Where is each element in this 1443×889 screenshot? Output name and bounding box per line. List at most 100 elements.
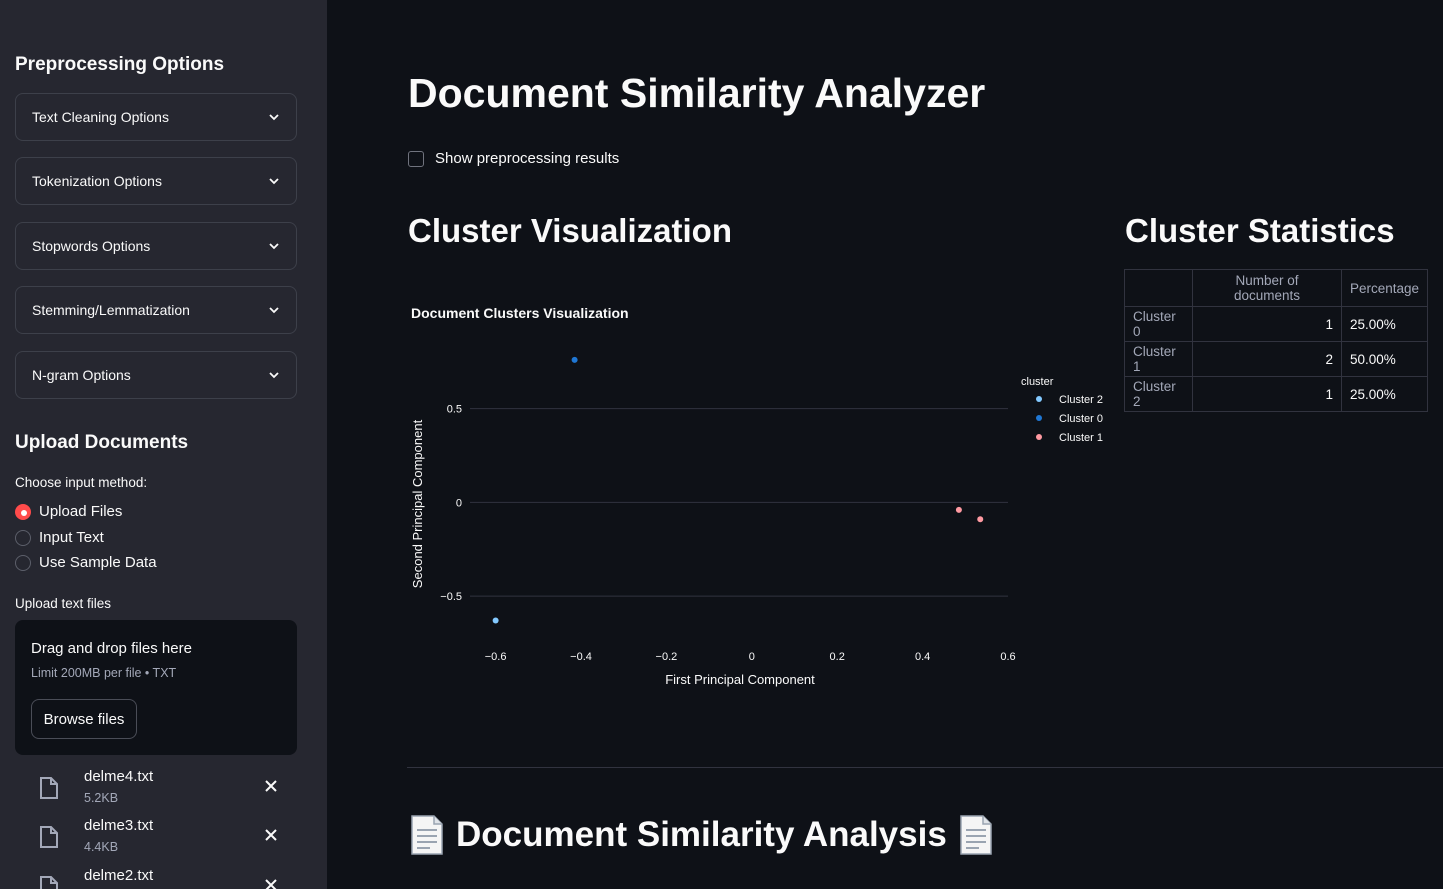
document-icon — [411, 815, 443, 855]
legend-title: cluster — [1021, 376, 1054, 388]
x-tick-label: −0.2 — [656, 651, 678, 663]
x-axis-label: First Principal Component — [665, 672, 815, 687]
legend-label[interactable]: Cluster 2 — [1059, 394, 1103, 406]
chevron-down-icon — [269, 243, 279, 250]
preprocessing-heading: Preprocessing Options — [15, 54, 225, 75]
close-icon[interactable] — [263, 827, 279, 843]
table-cell: 50.00% — [1340, 341, 1429, 377]
legend-label[interactable]: Cluster 0 — [1059, 413, 1103, 425]
file-dropzone[interactable]: Drag and drop files here Limit 200MB per… — [15, 620, 297, 755]
radio-upload-files[interactable]: Upload Files — [15, 503, 122, 520]
table-cell: Cluster 0 — [1124, 306, 1193, 342]
sidebar: Preprocessing Options Text Cleaning Opti… — [0, 0, 327, 889]
table-cell: 25.00% — [1340, 306, 1429, 342]
table-row: Cluster 2 1 25.00% — [1124, 376, 1429, 412]
input-method-label: Choose input method: — [15, 475, 148, 490]
expander-label: N-gram Options — [32, 367, 131, 383]
radio-button[interactable] — [15, 554, 31, 571]
file-icon — [40, 826, 58, 848]
dropzone-subtitle: Limit 200MB per file • TXT — [31, 666, 177, 680]
x-tick-label: −0.4 — [570, 651, 592, 663]
expander-label: Text Cleaning Options — [32, 109, 169, 125]
checkbox-label: Show preprocessing results — [435, 150, 620, 167]
close-icon[interactable] — [263, 877, 279, 889]
x-tick-label: 0 — [749, 651, 755, 663]
table-cell: 2 — [1192, 341, 1342, 377]
expander-ngram[interactable]: N-gram Options — [15, 351, 297, 399]
close-icon[interactable] — [263, 778, 279, 794]
uploaded-file-item: delme3.txt 4.4KB — [15, 817, 297, 861]
y-tick-label: 0.5 — [447, 404, 462, 416]
legend-marker[interactable] — [1036, 434, 1042, 440]
page-title: Document Similarity Analyzer — [408, 70, 986, 116]
legend-label[interactable]: Cluster 1 — [1059, 432, 1103, 444]
upload-files-label: Upload text files — [15, 596, 112, 611]
dropzone-title: Drag and drop files here — [31, 640, 192, 657]
file-icon — [40, 777, 58, 799]
radio-button[interactable] — [15, 529, 31, 546]
radio-sample-data[interactable]: Use Sample Data — [15, 554, 157, 571]
data-point[interactable] — [492, 617, 499, 624]
cluster-scatter-chart[interactable]: Document Clusters Visualization −0.6 −0.4… — [408, 298, 1108, 698]
uploaded-file-item: delme4.txt 5.2KB — [15, 768, 297, 812]
checkbox[interactable] — [408, 150, 424, 167]
chart-title: Document Clusters Visualization — [411, 305, 629, 321]
expander-stopwords[interactable]: Stopwords Options — [15, 222, 297, 270]
table-row: Cluster 1 2 50.00% — [1124, 341, 1429, 377]
divider — [407, 767, 1443, 768]
chevron-down-icon — [269, 372, 279, 379]
radio-label: Use Sample Data — [39, 554, 157, 571]
cluster-visualization-heading: Cluster Visualization — [408, 212, 732, 249]
x-tick-label: −0.6 — [485, 651, 507, 663]
file-name: delme2.txt — [84, 867, 154, 884]
radio-input-text[interactable]: Input Text — [15, 529, 104, 546]
radio-label: Upload Files — [39, 503, 123, 520]
x-tick-label: 0.6 — [1000, 651, 1015, 663]
data-point[interactable] — [977, 516, 984, 523]
chevron-down-icon — [269, 307, 279, 314]
upload-heading: Upload Documents — [15, 432, 189, 453]
table-cell: 1 — [1192, 306, 1342, 342]
file-name: delme4.txt — [84, 768, 154, 785]
expander-stemming[interactable]: Stemming/Lemmatization — [15, 286, 297, 334]
y-tick-label: 0 — [456, 497, 462, 509]
radio-button-checked[interactable] — [15, 503, 31, 520]
file-size: 5.2KB — [84, 791, 119, 805]
cluster-statistics-heading: Cluster Statistics — [1125, 212, 1395, 249]
document-similarity-analysis-heading: Document Similarity Analysis — [408, 814, 995, 856]
radio-label: Input Text — [39, 529, 104, 546]
browse-files-button[interactable]: Browse files — [31, 699, 137, 739]
table-header: Number of documents — [1192, 269, 1342, 307]
uploaded-file-item: delme2.txt — [15, 867, 297, 889]
show-preprocessing-checkbox[interactable]: Show preprocessing results — [408, 150, 619, 167]
table-row: Cluster 0 1 25.00% — [1124, 306, 1429, 342]
expander-text-cleaning[interactable]: Text Cleaning Options — [15, 93, 297, 141]
chevron-down-icon — [269, 178, 279, 185]
table-cell: Cluster 1 — [1124, 341, 1193, 377]
file-size: 4.4KB — [84, 840, 119, 854]
table-header-row: Number of documents Percentage — [1124, 269, 1429, 307]
y-tick-label: −0.5 — [440, 591, 462, 603]
document-icon — [960, 815, 992, 855]
data-point[interactable] — [571, 356, 578, 363]
legend-marker[interactable] — [1036, 415, 1042, 421]
cluster-statistics-table: Number of documents Percentage Cluster 0… — [1124, 269, 1429, 412]
main-content: Document Similarity Analyzer Show prepro… — [327, 0, 1443, 889]
analysis-title-text: Document Similarity Analysis — [456, 815, 947, 854]
expander-tokenization[interactable]: Tokenization Options — [15, 157, 297, 205]
expander-label: Tokenization Options — [32, 173, 162, 189]
file-name: delme3.txt — [84, 817, 154, 834]
table-cell: 1 — [1192, 376, 1342, 412]
table-cell: Cluster 2 — [1124, 376, 1193, 412]
file-icon — [40, 876, 58, 889]
y-axis-label: Second Principal Component — [410, 419, 425, 588]
table-cell: 25.00% — [1340, 376, 1429, 412]
expander-label: Stopwords Options — [32, 238, 151, 254]
chevron-down-icon — [269, 114, 279, 121]
legend-marker[interactable] — [1036, 396, 1042, 402]
x-tick-label: 0.2 — [830, 651, 845, 663]
table-header — [1124, 269, 1193, 307]
data-point[interactable] — [955, 506, 962, 513]
table-header: Percentage — [1340, 269, 1429, 307]
x-tick-label: 0.4 — [915, 651, 930, 663]
